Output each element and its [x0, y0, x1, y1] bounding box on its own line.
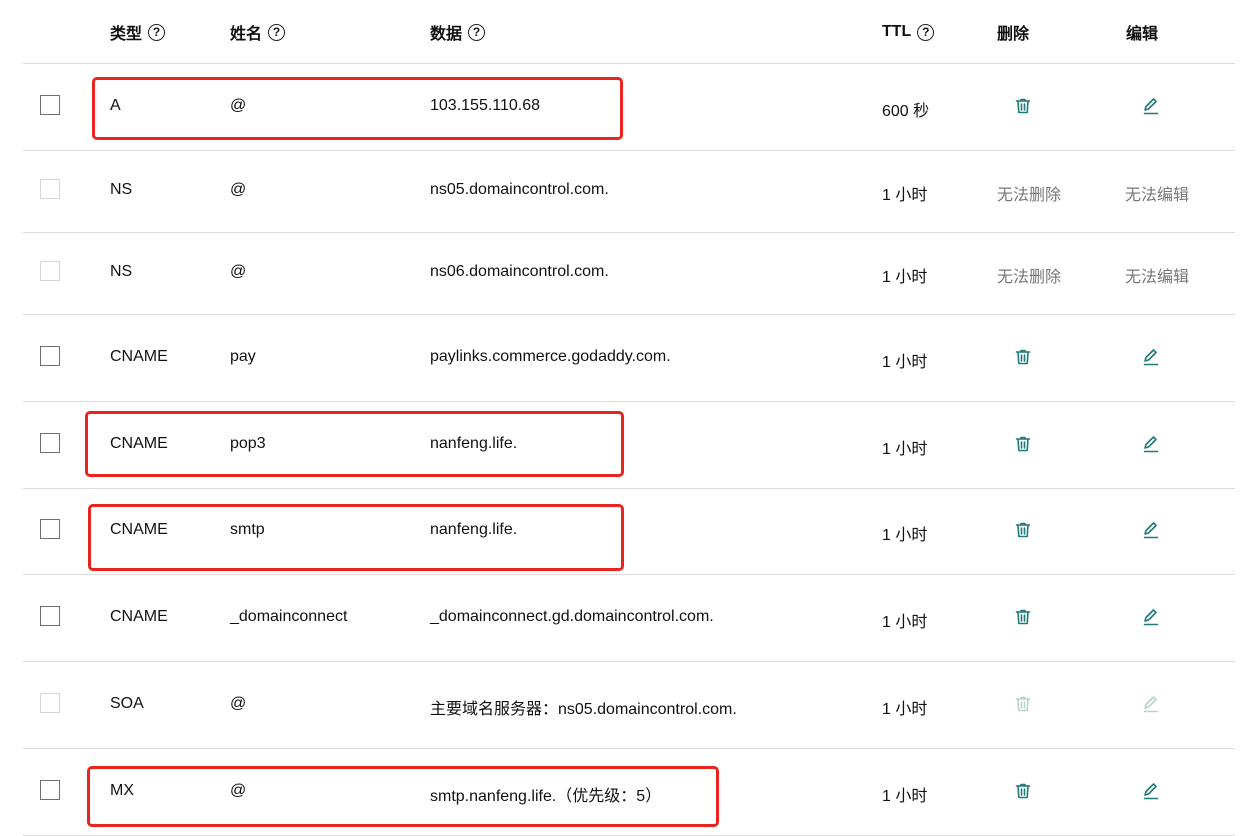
record-ttl: 1 小时: [882, 788, 928, 805]
record-type: CNAME: [110, 347, 168, 365]
record-type: SOA: [110, 694, 144, 712]
help-icon[interactable]: ?: [268, 23, 286, 41]
header-type-label: 类型: [110, 26, 143, 43]
row-checkbox[interactable]: [40, 519, 60, 539]
header-type: 类型 ?: [110, 20, 166, 44]
row-checkbox[interactable]: [40, 345, 60, 366]
table-header: 类型 ? 姓名 ? 数据 ? TTL ? 删除 编辑: [0, 0, 1243, 63]
edit-unavailable-text: 无法编辑: [1125, 187, 1190, 204]
record-type: CNAME: [110, 607, 168, 625]
pencil-icon[interactable]: [1140, 433, 1162, 455]
record-ttl: 1 小时: [882, 527, 928, 544]
record-ttl: 600 秒: [882, 102, 930, 120]
header-edit-label: 编辑: [1126, 26, 1159, 43]
header-edit: 编辑: [1126, 20, 1158, 44]
help-icon[interactable]: ?: [148, 23, 166, 41]
trash-icon[interactable]: [1012, 519, 1034, 541]
header-name-label: 姓名: [230, 26, 263, 43]
record-data: 主要域名服务器：ns05.domaincontrol.com.: [430, 700, 737, 718]
record-name: @: [230, 263, 247, 280]
pencil-icon[interactable]: [1140, 519, 1162, 541]
header-name: 姓名 ?: [230, 20, 286, 44]
pencil-icon: [1140, 693, 1162, 715]
header-ttl: TTL ?: [882, 20, 935, 44]
edit-unavailable-text: 无法编辑: [1125, 269, 1190, 286]
trash-icon: [1012, 693, 1034, 715]
table-row: SOA @ 主要域名服务器：ns05.domaincontrol.com. 1 小时: [0, 661, 1243, 748]
row-checkbox: [40, 261, 60, 281]
record-type: NS: [110, 181, 133, 198]
record-ttl: 1 小时: [882, 700, 928, 718]
trash-icon[interactable]: [1012, 346, 1034, 368]
header-delete: 删除: [997, 20, 1029, 44]
header-data-label: 数据: [430, 26, 463, 43]
pencil-icon[interactable]: [1140, 346, 1162, 368]
record-ttl: 1 小时: [882, 187, 928, 204]
header-ttl-label: TTL: [882, 23, 912, 40]
record-name: @: [230, 694, 247, 712]
row-checkbox[interactable]: [40, 432, 60, 453]
highlight-box-a-record: [92, 77, 623, 140]
row-checkbox[interactable]: [40, 780, 60, 800]
record-data: _domainconnect.gd.domaincontrol.com.: [430, 607, 714, 625]
record-name: @: [230, 181, 247, 198]
row-checkbox[interactable]: [40, 94, 60, 115]
highlight-box-mx-record: [87, 766, 719, 827]
highlight-box-pop3-record: [85, 411, 624, 477]
delete-unavailable-text: 无法删除: [997, 187, 1062, 204]
pencil-icon[interactable]: [1140, 606, 1162, 628]
table-row: CNAME _domainconnect _domainconnect.gd.dom…: [0, 574, 1243, 661]
row-checkbox: [40, 692, 60, 713]
table-row: NS @ ns06.domaincontrol.com. 1 小时 无法删除 无法编辑: [0, 232, 1243, 314]
table-row: NS @ ns05.domaincontrol.com. 1 小时 无法删除 无法编辑: [0, 150, 1243, 232]
header-delete-label: 删除: [997, 26, 1030, 43]
record-data: ns06.domaincontrol.com.: [430, 263, 609, 280]
record-name: pay: [230, 347, 256, 365]
trash-icon[interactable]: [1012, 606, 1034, 628]
row-checkbox: [40, 179, 60, 199]
trash-icon[interactable]: [1012, 95, 1034, 117]
pencil-icon[interactable]: [1140, 95, 1162, 117]
record-name: _domainconnect: [230, 607, 348, 625]
row-checkbox[interactable]: [40, 605, 60, 626]
record-data: ns05.domaincontrol.com.: [430, 181, 609, 198]
record-ttl: 1 小时: [882, 269, 928, 286]
header-data: 数据 ?: [430, 20, 486, 44]
record-ttl: 1 小时: [882, 440, 928, 458]
pencil-icon[interactable]: [1140, 780, 1162, 802]
trash-icon[interactable]: [1012, 780, 1034, 802]
delete-unavailable-text: 无法删除: [997, 269, 1062, 286]
table-row: CNAME pay paylinks.commerce.godaddy.com. 1 …: [0, 314, 1243, 401]
highlight-box-smtp-record: [88, 504, 624, 571]
record-ttl: 1 小时: [882, 353, 928, 371]
record-data: paylinks.commerce.godaddy.com.: [430, 347, 671, 365]
help-icon[interactable]: ?: [917, 23, 935, 41]
record-ttl: 1 小时: [882, 613, 928, 631]
trash-icon[interactable]: [1012, 433, 1034, 455]
record-type: NS: [110, 263, 133, 280]
help-icon[interactable]: ?: [468, 23, 486, 41]
